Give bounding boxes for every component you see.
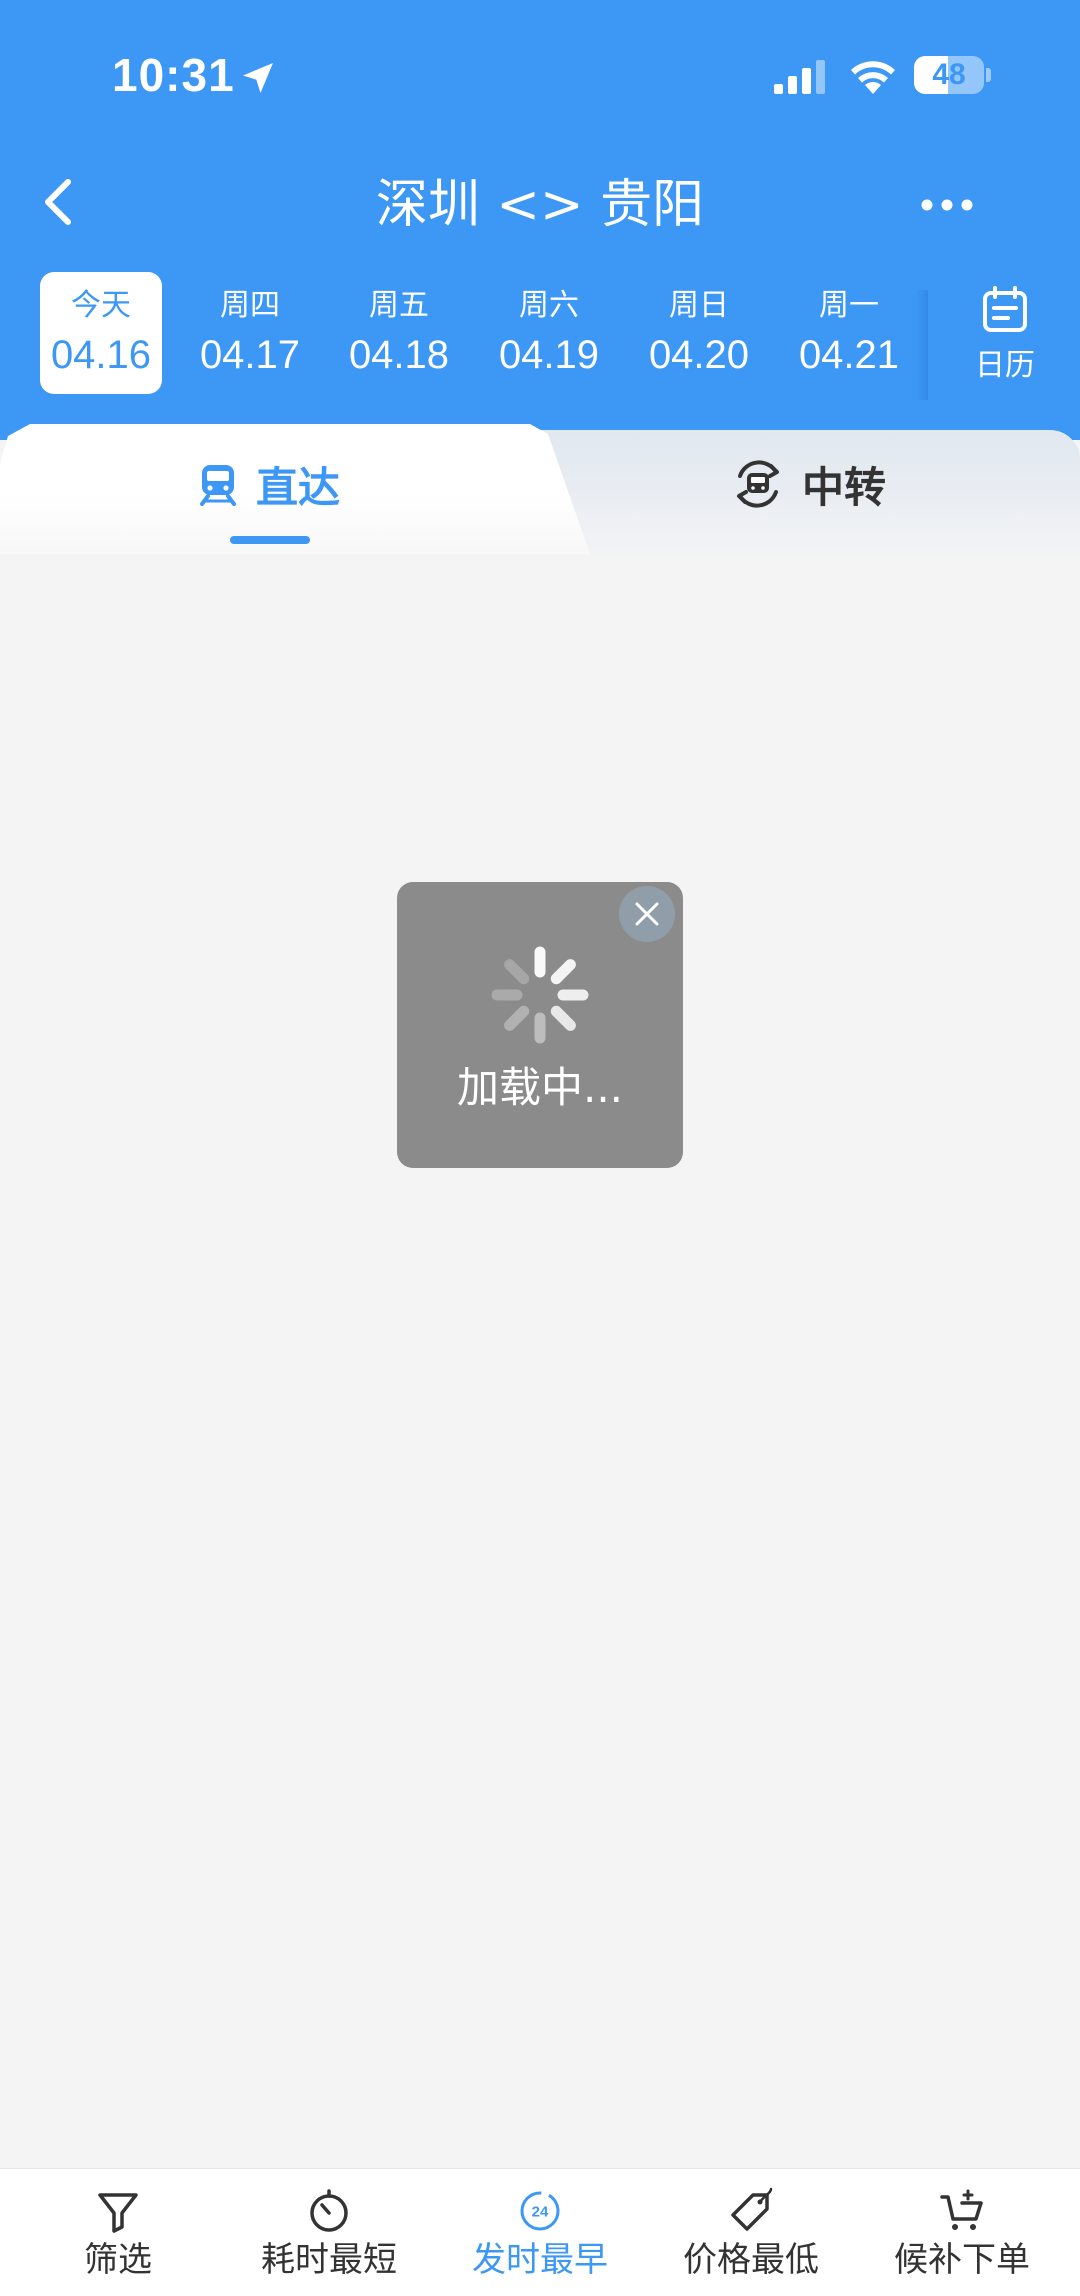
- lowest-price-label: 价格最低: [683, 2240, 819, 2280]
- date-day: 周四: [220, 288, 280, 323]
- more-dots-icon[interactable]: [910, 180, 990, 230]
- status-bar: 10:31 48: [0, 0, 1080, 150]
- wifi-icon: [851, 61, 895, 94]
- tab-direct-label: 直达: [256, 462, 341, 512]
- page-title: 深圳 <> 贵阳: [375, 175, 705, 235]
- date-day: 周一: [819, 288, 879, 323]
- date-value: 04.18: [348, 333, 450, 377]
- date-item-0416[interactable]: 今天 04.16: [40, 272, 162, 394]
- date-day: 周六: [519, 288, 579, 323]
- date-item-0418[interactable]: 周五 04.18: [338, 272, 460, 394]
- date-value: 04.19: [498, 333, 600, 377]
- close-icon: [635, 902, 659, 926]
- filter-icon: [98, 2193, 138, 2233]
- date-value: 04.16: [50, 333, 152, 377]
- date-value: 04.20: [648, 333, 750, 377]
- shortest-duration-button[interactable]: 耗时最短: [229, 2169, 429, 2296]
- tab-transfer-label: 中转: [802, 462, 887, 512]
- battery-indicator: 48: [914, 56, 984, 94]
- transfer-train-icon: [737, 460, 779, 508]
- location-arrow-icon: [243, 63, 273, 93]
- filter-label: 筛选: [84, 2240, 152, 2280]
- date-day: 今天: [71, 288, 131, 323]
- chevron-left-icon[interactable]: [30, 172, 90, 232]
- waitlist-order-label: 候补下单: [894, 2240, 1030, 2280]
- lowest-price-button[interactable]: 价格最低: [651, 2169, 851, 2296]
- header: 10:31 48 深圳 <> 贵阳 今天 04.16 周四 04.17 周五 0…: [0, 0, 1080, 440]
- date-item-0421[interactable]: 周一 04.21: [788, 272, 910, 394]
- date-value: 04.17: [199, 333, 301, 377]
- loading-dialog: 加载中...: [397, 882, 683, 1168]
- battery-text: 48: [932, 58, 966, 91]
- clock-24-text: 24: [532, 2204, 549, 2221]
- status-time: 10:31: [112, 49, 235, 101]
- route-tabs: 直达 中转: [0, 424, 1080, 584]
- active-tab-indicator: [230, 536, 310, 544]
- calendar-icon: [983, 286, 1027, 332]
- earliest-departure-label: 发时最早: [472, 2240, 608, 2280]
- tab-transfer[interactable]: 中转: [730, 444, 886, 524]
- loading-close-button[interactable]: [619, 886, 675, 942]
- cart-add-icon: [940, 2189, 983, 2230]
- date-day: 周五: [369, 288, 429, 323]
- date-item-0417[interactable]: 周四 04.17: [189, 272, 311, 394]
- date-item-0419[interactable]: 周六 04.19: [488, 272, 610, 394]
- tab-fade: [0, 494, 1080, 584]
- bottom-toolbar: 筛选 耗时最短 24 发时最早 价格最低 候补下单: [0, 2168, 1080, 2296]
- date-value: 04.21: [798, 333, 900, 377]
- waitlist-order-button[interactable]: 候补下单: [862, 2169, 1062, 2296]
- calendar-label: 日历: [975, 348, 1035, 383]
- train-icon: [200, 465, 236, 506]
- date-day: 周日: [669, 288, 729, 323]
- spinner-icon: [491, 946, 589, 1044]
- timer-icon: [310, 2189, 348, 2232]
- date-item-0420[interactable]: 周日 04.20: [638, 272, 760, 394]
- calendar-button[interactable]: 日历: [960, 286, 1050, 386]
- battery-cap: [986, 68, 991, 82]
- shortest-duration-label: 耗时最短: [261, 2240, 397, 2280]
- loading-text: 加载中...: [456, 1063, 624, 1112]
- earliest-departure-button[interactable]: 24 发时最早: [440, 2169, 640, 2296]
- signal-icon: [774, 60, 825, 94]
- price-tag-icon: [731, 2187, 773, 2231]
- tab-direct[interactable]: 直达: [196, 444, 340, 524]
- date-strip-divider: [916, 290, 928, 400]
- filter-button[interactable]: 筛选: [18, 2169, 218, 2296]
- clock-24-icon: 24: [520, 2191, 560, 2231]
